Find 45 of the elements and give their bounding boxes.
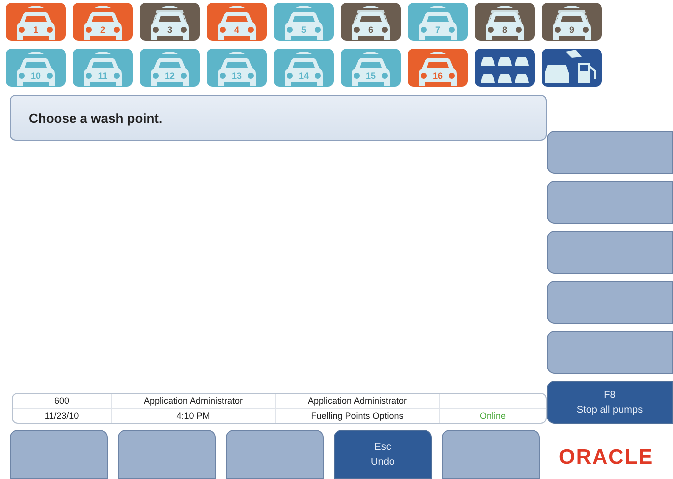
wash-point-number: 9	[568, 25, 576, 35]
wash-point-tile[interactable]: 3	[140, 3, 200, 41]
wash-point-number: 5	[300, 25, 308, 35]
function-button[interactable]: F8 Stop all pumps	[547, 381, 673, 424]
wash-point-number: 11	[97, 71, 109, 81]
message-text: Choose a wash point.	[29, 110, 163, 126]
wash-point-number: 2	[99, 25, 106, 35]
logo: ORACLE	[559, 446, 654, 470]
status-cell-text: 11/23/10	[44, 410, 80, 423]
wash-point-tile[interactable]: 16	[408, 49, 468, 87]
wash-point-tile[interactable]: 11	[73, 49, 133, 87]
wash-point-tile[interactable]: 10	[6, 49, 66, 87]
wash-point-tile[interactable]: 14	[274, 49, 334, 87]
wash-point-tile[interactable]: 6	[341, 3, 401, 41]
mode-button[interactable]	[475, 49, 535, 87]
wash-point-tile[interactable]: 9	[542, 3, 602, 41]
wash-point-number: 15	[364, 71, 377, 81]
wash-point-tile[interactable]: 8	[475, 3, 535, 41]
status-cell: Online	[439, 409, 546, 423]
wash-point-number: 7	[434, 25, 442, 35]
wash-point-tile[interactable]: 5	[274, 3, 334, 41]
status-cell-text: 600	[53, 395, 71, 408]
wash-point-number: 14	[298, 71, 310, 81]
mode-button[interactable]	[542, 49, 602, 87]
wash-point-number: 6	[367, 25, 374, 35]
status-cell: 4:10 PM	[111, 409, 275, 423]
wash-point-number: 4	[233, 25, 240, 35]
wash-point-number: 8	[501, 25, 508, 35]
wash-point-number: 3	[166, 25, 174, 35]
status-cell: Application Administrator	[111, 394, 275, 408]
wash-point-number: 16	[432, 71, 444, 81]
wash-point-tile[interactable]: 12	[140, 49, 200, 87]
wash-point-number: 10	[30, 71, 42, 81]
status-cell: Fuelling Points Options	[275, 409, 439, 423]
wash-point-number: 12	[164, 71, 176, 81]
wash-point-tile[interactable]: 7	[408, 3, 468, 41]
function-button[interactable]: Esc Undo	[334, 430, 432, 479]
wash-point-tile[interactable]: 4	[207, 3, 267, 41]
wash-point-number: 1	[32, 25, 40, 35]
wash-point-tile[interactable]: 2	[73, 3, 133, 41]
wash-point-number: 13	[230, 71, 243, 81]
status-cell: Application Administrator	[275, 394, 439, 408]
wash-point-tile[interactable]: 13	[207, 49, 267, 87]
wash-point-tile[interactable]: 1	[6, 3, 66, 41]
wash-point-tile[interactable]: 15	[341, 49, 401, 87]
